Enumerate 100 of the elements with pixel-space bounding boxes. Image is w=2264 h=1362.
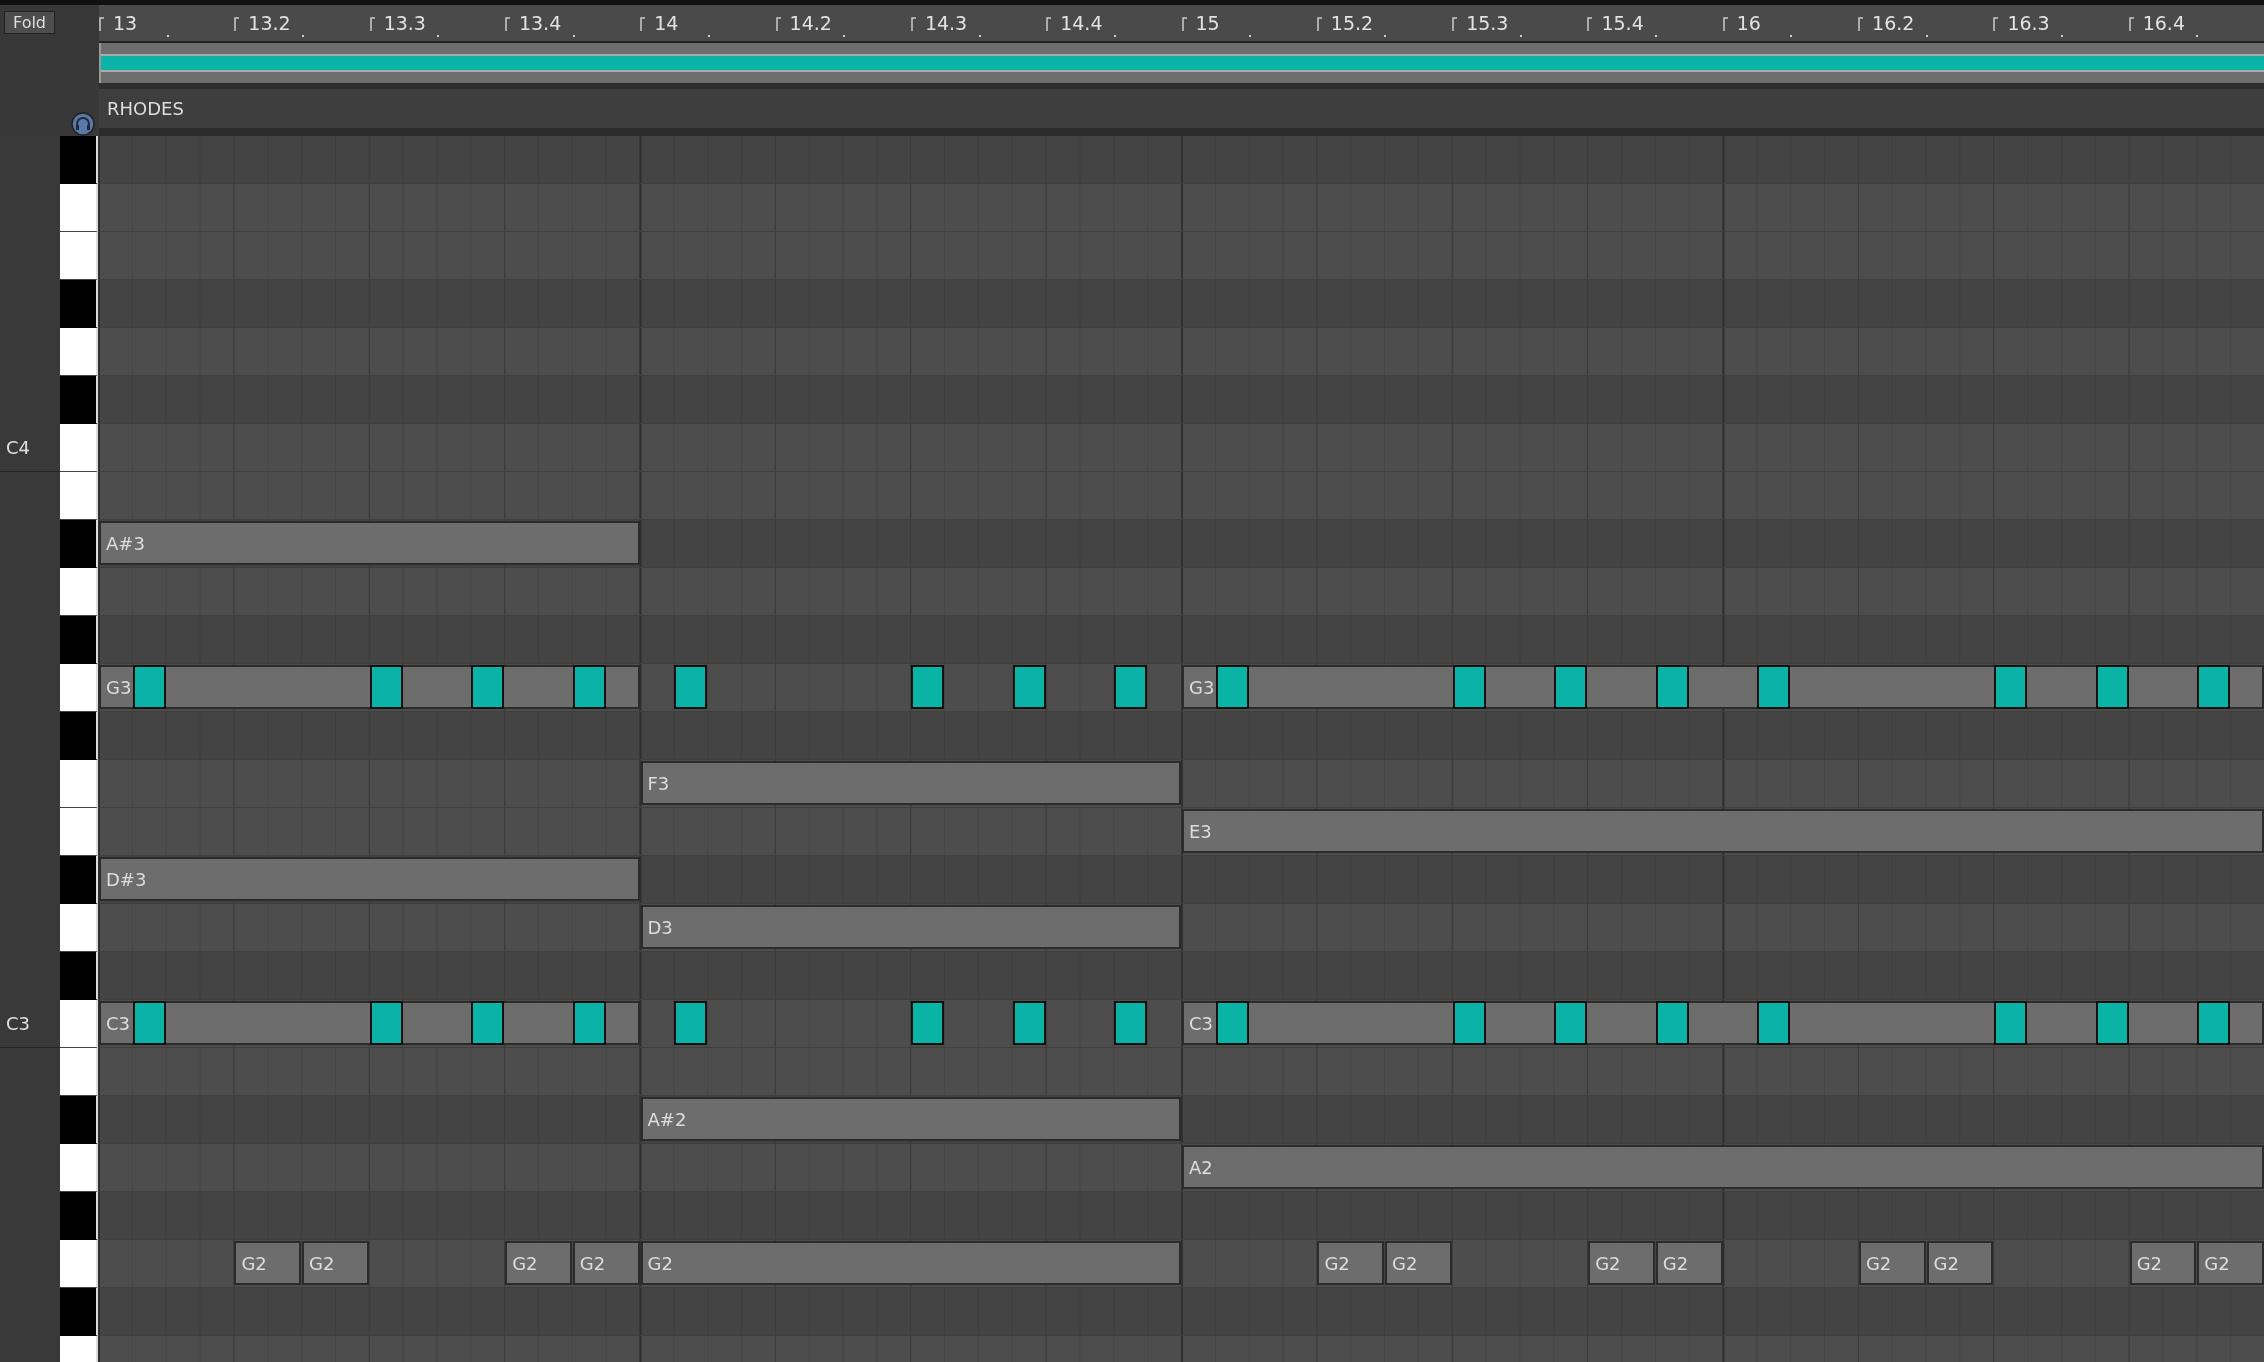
beat-label: 14: [654, 12, 679, 34]
midi-note[interactable]: [2095, 665, 2129, 709]
midi-note[interactable]: G2: [1588, 1241, 1655, 1285]
beat-label: 16.2: [1872, 12, 1915, 34]
clip-name: RHODES: [107, 98, 184, 119]
midi-note[interactable]: D3: [640, 905, 1181, 949]
midi-note[interactable]: [1655, 1001, 1689, 1045]
beat-label: 13.2: [248, 12, 291, 34]
midi-note[interactable]: [674, 1001, 708, 1045]
midi-note[interactable]: A2: [1182, 1145, 2264, 1189]
midi-note[interactable]: [572, 1001, 606, 1045]
midi-note[interactable]: [471, 665, 505, 709]
midi-note[interactable]: [1012, 1001, 1046, 1045]
ruler-tick-icon: [234, 17, 241, 31]
midi-note[interactable]: [1994, 1001, 2028, 1045]
beat-label: 13.4: [518, 12, 562, 34]
midi-note[interactable]: [1114, 1001, 1148, 1045]
midi-note[interactable]: E3: [1182, 809, 2264, 853]
piano-key[interactable]: [60, 1288, 98, 1336]
beat-label: 13.3: [383, 12, 426, 34]
midi-note[interactable]: G2: [1317, 1241, 1385, 1285]
ruler-tick-icon: [1452, 17, 1459, 31]
piano-key[interactable]: [60, 1096, 98, 1144]
midi-note[interactable]: [132, 1001, 166, 1045]
beat-label: 16.3: [2007, 12, 2050, 34]
octave-label: C3: [6, 1013, 31, 1034]
ruler-tick-icon: [775, 17, 782, 31]
midi-note[interactable]: [369, 665, 403, 709]
ruler-tick-icon: [1316, 17, 1323, 31]
midi-note[interactable]: G2: [2129, 1241, 2197, 1285]
piano-key[interactable]: [60, 856, 98, 904]
midi-note[interactable]: [1757, 1001, 1791, 1045]
midi-note[interactable]: G2: [505, 1241, 572, 1285]
ruler-tick-icon: [910, 17, 917, 31]
ruler-tick-icon: [504, 17, 511, 31]
piano-key[interactable]: [60, 616, 98, 664]
midi-note[interactable]: G2: [1385, 1241, 1452, 1285]
beat-label: 14.4: [1060, 12, 1103, 34]
piano-key[interactable]: [60, 952, 98, 1000]
midi-note[interactable]: G2: [572, 1241, 640, 1285]
midi-note[interactable]: [1994, 665, 2028, 709]
midi-note[interactable]: [369, 1001, 403, 1045]
beat-label: 15.2: [1330, 12, 1374, 34]
midi-note[interactable]: G2: [640, 1241, 1181, 1285]
ruler-tick-icon: [2128, 17, 2135, 31]
midi-note[interactable]: G2: [234, 1241, 302, 1285]
ruler-tick-icon: [99, 17, 105, 31]
piano-key[interactable]: [60, 136, 98, 184]
timeline-ruler[interactable]: 13 13.2 13.3 13.4 14 14.2 14.3 14.4 15 15.2 15.3 15.4 16 16.2 16.3 16.4: [99, 5, 2264, 43]
midi-note[interactable]: [471, 1001, 505, 1045]
piano-key[interactable]: [60, 280, 98, 328]
beat-label: 15.3: [1466, 12, 1509, 34]
midi-note[interactable]: [911, 665, 945, 709]
midi-note[interactable]: [2197, 1001, 2231, 1045]
midi-note[interactable]: [911, 1001, 945, 1045]
ruler-tick-icon: [1993, 17, 2000, 31]
midi-note[interactable]: [572, 665, 606, 709]
piano-key[interactable]: [60, 712, 98, 760]
midi-note[interactable]: [674, 665, 708, 709]
midi-note[interactable]: G2: [1926, 1241, 1994, 1285]
midi-note[interactable]: A#2: [640, 1097, 1181, 1141]
beat-label: 14.3: [924, 12, 968, 34]
ruler-tick-icon: [1046, 17, 1053, 31]
beat-label: 15: [1195, 12, 1220, 34]
midi-note[interactable]: G2: [302, 1241, 369, 1285]
midi-note[interactable]: [1114, 665, 1148, 709]
midi-note[interactable]: [1757, 665, 1791, 709]
ruler-tick-icon: [1587, 17, 1594, 31]
piano-key[interactable]: [60, 1192, 98, 1240]
beat-label: 14.2: [789, 12, 832, 34]
octave-label: C4: [6, 437, 31, 458]
beat-label: 13: [113, 12, 138, 34]
midi-note[interactable]: [2197, 665, 2231, 709]
midi-note[interactable]: G2: [2197, 1241, 2264, 1285]
midi-note[interactable]: [1655, 665, 1689, 709]
ruler-tick-icon: [1181, 17, 1188, 31]
midi-note[interactable]: [1215, 665, 1249, 709]
midi-note[interactable]: [1215, 1001, 1249, 1045]
ruler-tick-icon: [1858, 17, 1865, 31]
ruler-tick-icon: [1722, 17, 1729, 31]
midi-note[interactable]: [1554, 1001, 1588, 1045]
ruler-tick-icon: [640, 17, 647, 31]
piano-key[interactable]: [60, 376, 98, 424]
midi-note[interactable]: [1452, 665, 1486, 709]
midi-note[interactable]: [1452, 1001, 1486, 1045]
ruler-tick-icon: [369, 17, 376, 31]
midi-note[interactable]: [132, 665, 166, 709]
midi-note[interactable]: F3: [640, 761, 1181, 805]
midi-note[interactable]: D#3: [99, 857, 640, 901]
fold-button[interactable]: Fold: [4, 11, 56, 34]
midi-note[interactable]: [1554, 665, 1588, 709]
midi-note[interactable]: G2: [1655, 1241, 1723, 1285]
midi-note[interactable]: [2095, 1001, 2129, 1045]
midi-note[interactable]: [1012, 665, 1046, 709]
beat-label: 15.4: [1601, 12, 1644, 34]
beat-label: 16.4: [2142, 12, 2185, 34]
midi-note[interactable]: G2: [1858, 1241, 1926, 1285]
headphones-icon[interactable]: [71, 112, 95, 136]
piano-key[interactable]: [60, 520, 98, 568]
midi-note[interactable]: A#3: [99, 521, 640, 565]
